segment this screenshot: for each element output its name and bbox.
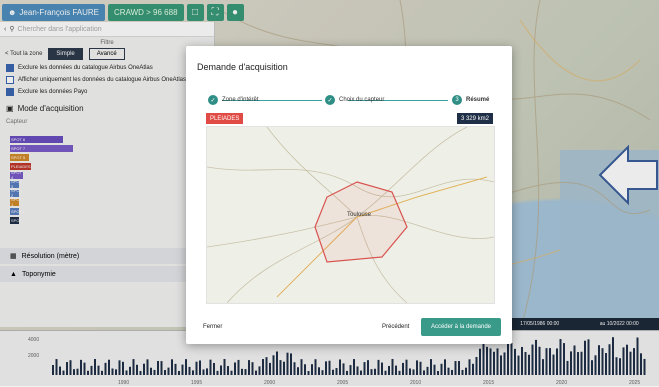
close-button[interactable]: Fermer <box>203 324 222 330</box>
check-icon: ✓ <box>325 95 335 105</box>
submit-request-button[interactable]: Accéder à la demande <box>421 318 501 336</box>
step-zone[interactable]: ✓ Zone d'intérêt <box>208 95 259 105</box>
area-badge: 3 329 km2 <box>456 113 493 124</box>
acquisition-dialog: Demande d'acquisition ✓ Zone d'intérêt ✓… <box>186 46 512 344</box>
check-icon: ✓ <box>208 95 218 105</box>
step-label: Choix du capteur <box>339 97 385 103</box>
aoi-map[interactable]: Toulouse <box>206 126 495 304</box>
dialog-title: Demande d'acquisition <box>197 62 288 72</box>
step-label: Zone d'intérêt <box>222 97 259 103</box>
dialog-footer: Fermer Précédent Accéder à la demande <box>186 318 512 338</box>
step-number: 3 <box>452 95 462 105</box>
aoi-polygon <box>314 181 408 263</box>
sensor-badge: PLEIADES <box>206 113 244 124</box>
city-label: Toulouse <box>347 212 372 218</box>
step-sensor[interactable]: ✓ Choix du capteur <box>325 95 384 105</box>
step-label: Résumé <box>466 97 490 103</box>
stepper: ✓ Zone d'intérêt ✓ Choix du capteur 3 Ré… <box>208 95 491 107</box>
step-summary[interactable]: 3 Résumé <box>452 95 489 105</box>
previous-button[interactable]: Précédent <box>382 324 409 330</box>
